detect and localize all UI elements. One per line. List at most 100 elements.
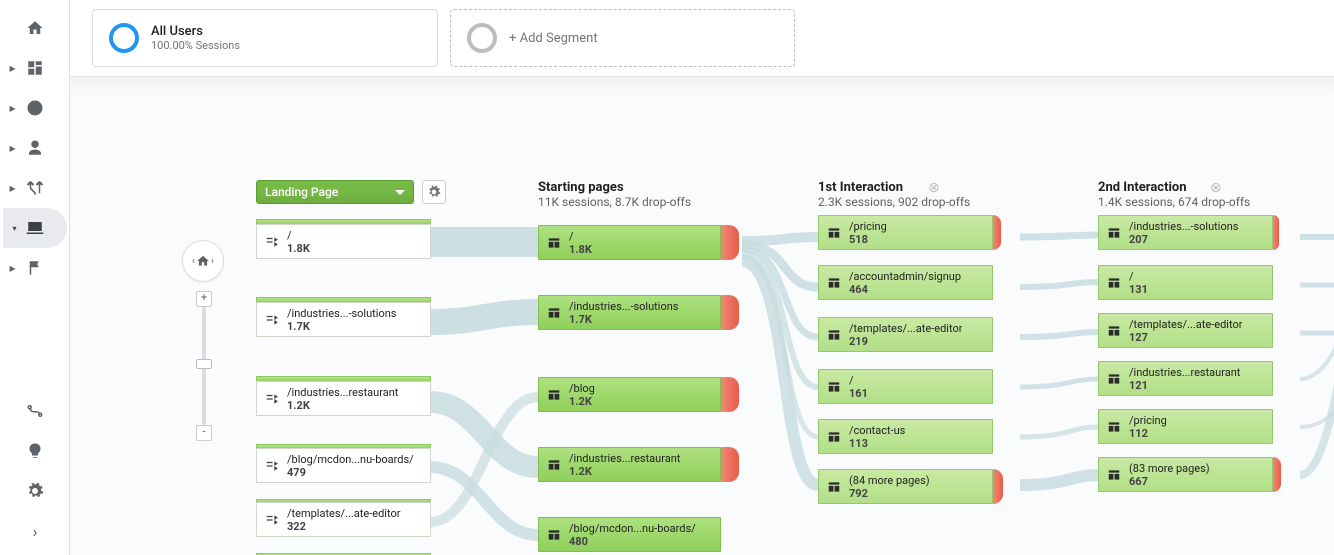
interaction-node[interactable]: /templates/...ate-editor219: [818, 317, 993, 352]
page-icon: [1103, 468, 1125, 482]
segment-chip-icon: [109, 23, 139, 53]
column-header-int1: 1st Interaction 2.3K sessions, 902 drop-…: [818, 180, 970, 209]
page-icon: [543, 306, 565, 320]
interaction-node[interactable]: /templates/...ate-editor127: [1098, 313, 1273, 348]
starting-node[interactable]: /industries...restaurant1.2K: [538, 447, 721, 482]
node-value: 1.7K: [569, 313, 678, 326]
node-path: /industries...-solutions: [287, 307, 396, 320]
dropoff-indicator: [993, 469, 1003, 504]
nav-admin[interactable]: [0, 471, 70, 511]
node-path: /: [569, 230, 592, 243]
path-icon: [26, 402, 44, 420]
nav-attribution[interactable]: [0, 391, 70, 431]
node-value: 480: [569, 535, 696, 548]
dashboard-icon: [26, 59, 44, 77]
column-header-starting: Starting pages 11K sessions, 8.7K drop-o…: [538, 180, 691, 209]
segment-all-users[interactable]: All Users 100.00% Sessions: [92, 9, 438, 67]
interaction-node[interactable]: (83 more pages)667: [1098, 457, 1273, 492]
interaction-node[interactable]: (84 more pages)792: [818, 469, 993, 504]
page-icon: [823, 226, 845, 240]
nav-home[interactable]: [0, 8, 70, 48]
interaction-node[interactable]: /pricing112: [1098, 409, 1273, 444]
node-path: (83 more pages): [1129, 462, 1210, 475]
add-segment-button[interactable]: + Add Segment: [450, 9, 795, 67]
column-title: Starting pages: [538, 180, 691, 195]
landing-node[interactable]: /templates/...ate-editor322: [256, 499, 431, 537]
landing-node[interactable]: /blog/mcdon...nu-boards/479: [256, 444, 431, 483]
dropoff-indicator: [721, 447, 739, 482]
starting-node[interactable]: /blog1.2K: [538, 377, 721, 412]
column-title: 2nd Interaction: [1098, 180, 1250, 195]
page-icon: [823, 380, 845, 394]
landing-node[interactable]: /industries...restaurant1.2K: [256, 376, 431, 416]
interaction-node[interactable]: /contact-us113: [818, 419, 993, 454]
interaction-node[interactable]: /industries...-solutions207: [1098, 215, 1273, 250]
node-path: /industries...restaurant: [569, 452, 680, 465]
flow-nav-disc[interactable]: ‹ ›: [182, 240, 224, 282]
node-value: 1.8K: [569, 243, 592, 256]
landing-node[interactable]: /1.8K: [256, 219, 431, 259]
node-path: (84 more pages): [849, 474, 930, 487]
nav-customization[interactable]: ▶: [0, 48, 70, 88]
landing-node[interactable]: /industries...-solutions1.7K: [256, 297, 431, 337]
flow-settings-button[interactable]: [422, 180, 446, 204]
dropoff-indicator: [721, 377, 739, 412]
dropoff-indicator: [1273, 457, 1281, 492]
zoom-in-button[interactable]: +: [196, 291, 212, 307]
page-icon: [1103, 372, 1125, 386]
zoom-out-button[interactable]: -: [196, 425, 212, 441]
nav-discover[interactable]: [0, 431, 70, 471]
dropoff-indicator: [721, 225, 739, 260]
enter-icon: [261, 392, 283, 406]
interaction-node[interactable]: /industries...restaurant121: [1098, 361, 1273, 396]
node-value: 219: [849, 335, 962, 348]
enter-icon: [261, 513, 283, 527]
node-value: 464: [849, 283, 961, 296]
nav-acquisition[interactable]: ▶: [0, 168, 70, 208]
page-icon: [543, 458, 565, 472]
interaction-node[interactable]: /pricing518: [818, 215, 993, 250]
node-value: 792: [849, 487, 930, 500]
starting-node[interactable]: /industries...-solutions1.7K: [538, 295, 721, 330]
page-icon: [823, 276, 845, 290]
starting-node[interactable]: /1.8K: [538, 225, 721, 260]
node-path: /templates/...ate-editor: [287, 507, 400, 520]
arrow-split-icon: [26, 179, 44, 197]
node-value: 1.2K: [569, 465, 680, 478]
node-path: /industries...-solutions: [569, 300, 678, 313]
node-value: 667: [1129, 475, 1210, 488]
collapse-icon: ▾: [13, 224, 17, 233]
segment-subtitle: 100.00% Sessions: [151, 39, 240, 52]
node-path: /templates/...ate-editor: [849, 322, 962, 335]
nav-realtime[interactable]: ▶: [0, 88, 70, 128]
nav-audience[interactable]: ▶: [0, 128, 70, 168]
interaction-node[interactable]: /accountadmin/signup464: [818, 265, 993, 300]
landing-page-dropdown[interactable]: Landing Page: [256, 180, 414, 204]
nav-behavior[interactable]: ▾: [3, 208, 67, 248]
column-close-icon[interactable]: ⊗: [928, 180, 940, 196]
column-title: 1st Interaction: [818, 180, 970, 195]
main-content: All Users 100.00% Sessions + Add Segment: [70, 0, 1334, 555]
landing-page-dropdown-label: Landing Page: [265, 185, 338, 199]
column-subtitle: 2.3K sessions, 902 drop-offs: [818, 195, 970, 209]
node-value: 1.2K: [287, 399, 398, 412]
zoom-handle[interactable]: [196, 359, 212, 369]
node-value: 207: [1129, 233, 1238, 246]
bulb-icon: [26, 442, 44, 460]
screen-icon: [26, 219, 44, 237]
node-path: /contact-us: [849, 424, 905, 437]
page-icon: [823, 480, 845, 494]
node-path: /pricing: [1129, 414, 1167, 427]
interaction-node[interactable]: /161: [818, 369, 993, 404]
chevron-left-icon: ‹: [192, 256, 195, 267]
nav-collapse[interactable]: ›: [0, 511, 70, 551]
starting-node[interactable]: /blog/mcdon...nu-boards/480: [538, 517, 721, 552]
interaction-node[interactable]: /131: [1098, 265, 1273, 300]
nav-conversions[interactable]: ▶: [0, 248, 70, 288]
column-close-icon[interactable]: ⊗: [1210, 180, 1222, 196]
node-value: 127: [1129, 331, 1242, 344]
zoom-track[interactable]: [202, 307, 206, 425]
node-value: 121: [1129, 379, 1240, 392]
column-header-int2: 2nd Interaction 1.4K sessions, 674 drop-…: [1098, 180, 1250, 209]
flag-icon: [26, 259, 44, 277]
